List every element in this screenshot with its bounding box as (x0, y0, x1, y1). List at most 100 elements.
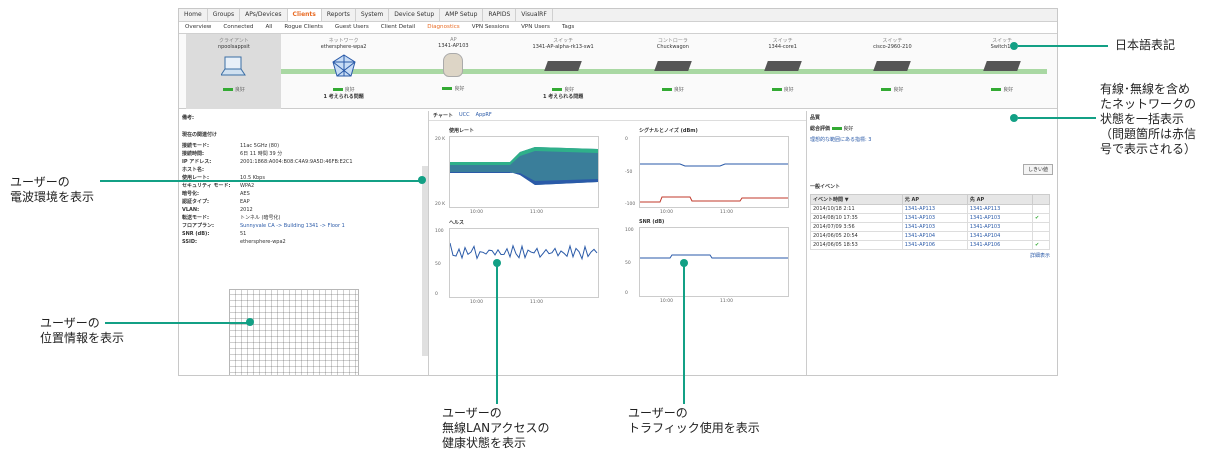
to-ap-link[interactable]: 1341-AP113 (966, 204, 1034, 214)
subtab-diagnostics[interactable]: Diagnostics (421, 22, 465, 33)
range-link[interactable]: 理想的な範囲にある指標: 3 (810, 136, 1054, 143)
info-key: SSID: (182, 239, 197, 245)
chart-title: ヘルス (449, 220, 465, 226)
header-to-ap[interactable]: 先 AP (966, 194, 1034, 205)
scrollbar[interactable] (422, 166, 428, 356)
subtab-overview[interactable]: Overview (179, 22, 217, 33)
subtab-rogue-clients[interactable]: Rogue Clients (278, 22, 328, 33)
callout-line (100, 180, 422, 182)
to-ap-link[interactable]: 1341-AP106 (966, 240, 1034, 250)
switch-icon (955, 52, 1050, 80)
table-row[interactable]: 2014/06/05 18:53 1341-AP106 1341-AP106 ✔ (810, 240, 1050, 250)
chart-title: SNR (dB) (639, 219, 665, 225)
info-key: 接続モード: (182, 143, 210, 149)
info-key: SNR (dB): (182, 231, 210, 237)
callout-line (1018, 117, 1096, 119)
from-ap-link[interactable]: 1341-AP103 (901, 213, 968, 223)
path-hop[interactable]: スイッチ cisco-2960-210 良好 (845, 34, 940, 109)
path-hop[interactable]: クライアント npoolsappsit 良好 (186, 34, 282, 109)
tab-clients[interactable]: Clients (287, 9, 322, 21)
subtab-guest-users[interactable]: Guest Users (329, 22, 375, 33)
events-table: イベント時間 ▼ 元 AP 先 AP 2014/10/18 2:11 1341-A… (810, 194, 1050, 250)
info-value: 51 (240, 231, 247, 237)
path-hop[interactable]: コントローラ Chuckwagon 良好 (625, 34, 720, 109)
signal-noise-chart: シグナルとノイズ (dBm) 0 -50 -100 10:00 11:00 (625, 127, 789, 215)
tab-apprf[interactable]: AppRF (476, 112, 492, 119)
y-tick: 20 K (435, 202, 446, 207)
info-value[interactable]: Sunnyvale CA -> Building 1341 -> Floor 1 (240, 222, 345, 230)
path-hop[interactable]: スイッチ 1344-core1 良好 (735, 34, 830, 109)
tab-rapids[interactable]: RAPIDS (483, 9, 517, 21)
tab-amp-setup[interactable]: AMP Setup (440, 9, 484, 21)
subtab-client-detail[interactable]: Client Detail (375, 22, 421, 33)
callout-line (683, 266, 685, 404)
y-tick: 0 (625, 137, 628, 142)
from-ap-link[interactable]: 1341-AP113 (901, 204, 968, 214)
from-ap-link[interactable]: 1341-AP103 (901, 222, 968, 232)
hop-name: 1344-core1 (768, 44, 797, 50)
y-tick: 50 (625, 261, 631, 266)
to-ap-link[interactable]: 1341-AP103 (966, 222, 1034, 232)
table-row[interactable]: 2014/08/10 17:35 1341-AP103 1341-AP103 ✔ (810, 213, 1050, 223)
info-key: VLAN: (182, 207, 200, 213)
subtab-vpn-users[interactable]: VPN Users (515, 22, 556, 33)
tab-device-setup[interactable]: Device Setup (389, 9, 441, 21)
tab-home[interactable]: Home (179, 9, 208, 21)
table-row[interactable]: 2014/07/09 3:56 1341-AP103 1341-AP103 (810, 222, 1050, 232)
table-row[interactable]: 2014/06/05 20:54 1341-AP104 1341-AP104 (810, 231, 1050, 241)
tab-visualrf[interactable]: VisualRF (516, 9, 553, 21)
to-ap-link[interactable]: 1341-AP104 (966, 231, 1034, 241)
info-key: 転送モード: (182, 215, 210, 221)
path-hop[interactable]: AP 1341-AP103 良好 (406, 34, 501, 109)
subtab-all[interactable]: All (259, 22, 278, 33)
hop-status: 良好 (516, 86, 611, 93)
tab-system[interactable]: System (356, 9, 390, 21)
table-row[interactable]: 2014/10/18 2:11 1341-AP113 1341-AP113 (810, 204, 1050, 214)
y-tick: -50 (625, 170, 633, 175)
path-hop[interactable]: ネットワーク ethersphere-wpa2 良好 1 考えられる問題 (296, 34, 391, 109)
hop-status: 良好 (296, 86, 391, 93)
to-ap-link[interactable]: 1341-AP103 (966, 213, 1034, 223)
info-value: 6日 11 時間 39 分 (240, 151, 283, 157)
subtab-tags[interactable]: Tags (556, 22, 580, 33)
from-ap-link[interactable]: 1341-AP106 (901, 240, 968, 250)
info-row: 転送モード: トンネル (暗号化) (182, 214, 425, 222)
x-tick: 11:00 (720, 299, 733, 304)
header-from-ap[interactable]: 元 AP (901, 194, 968, 205)
floor-plan-map[interactable] (229, 289, 359, 375)
more-link[interactable]: 詳細表示 (810, 252, 1050, 259)
switch-icon (735, 52, 830, 80)
subtab-connected[interactable]: Connected (217, 22, 259, 33)
notes-label: 備考: (182, 115, 194, 121)
y-tick: 50 (435, 262, 441, 267)
tab-chart[interactable]: チャート (433, 112, 453, 119)
hop-problems[interactable]: 1 考えられる問題 (296, 93, 391, 100)
info-row: 接続時間: 6日 11 時間 39 分 (182, 150, 425, 158)
threshold-button[interactable]: しきい値 (1022, 164, 1053, 175)
tab-aps-devices[interactable]: APs/Devices (240, 9, 288, 21)
hop-type: コントローラ (657, 38, 688, 44)
tab-reports[interactable]: Reports (322, 9, 356, 21)
signal-noise-plot (640, 163, 788, 203)
callout-dot (1010, 114, 1018, 122)
tab-groups[interactable]: Groups (208, 9, 241, 21)
subtab-vpn-sessions[interactable]: VPN Sessions (466, 22, 515, 33)
info-row: SSID: ethersphere-wpa2 (182, 238, 425, 246)
y-tick: 20 K (435, 137, 446, 142)
tab-ucc[interactable]: UCC (459, 112, 470, 119)
header-event-time[interactable]: イベント時間 ▼ (810, 194, 903, 205)
info-row: セキュリティ モード: WPA2 (182, 182, 425, 190)
from-ap-link[interactable]: 1341-AP104 (901, 231, 968, 241)
hop-type: ネットワーク (328, 38, 359, 44)
switch-icon (845, 52, 940, 80)
hop-status: 良好 (845, 86, 940, 93)
hop-status: 良好 (625, 86, 720, 93)
app-window: Home Groups APs/Devices Clients Reports … (178, 8, 1058, 376)
snr-plot (640, 254, 788, 259)
hop-name: cisco-2960-210 (873, 44, 912, 50)
hop-type: クライアント (218, 38, 249, 44)
x-tick: 10:00 (660, 210, 673, 215)
path-hop[interactable]: スイッチ 1341-AP-alpha-rk13-sw1 良好 1 考えられる問題 (516, 34, 611, 109)
info-key: 認証タイプ: (182, 199, 210, 205)
hop-problems[interactable]: 1 考えられる問題 (516, 93, 611, 100)
